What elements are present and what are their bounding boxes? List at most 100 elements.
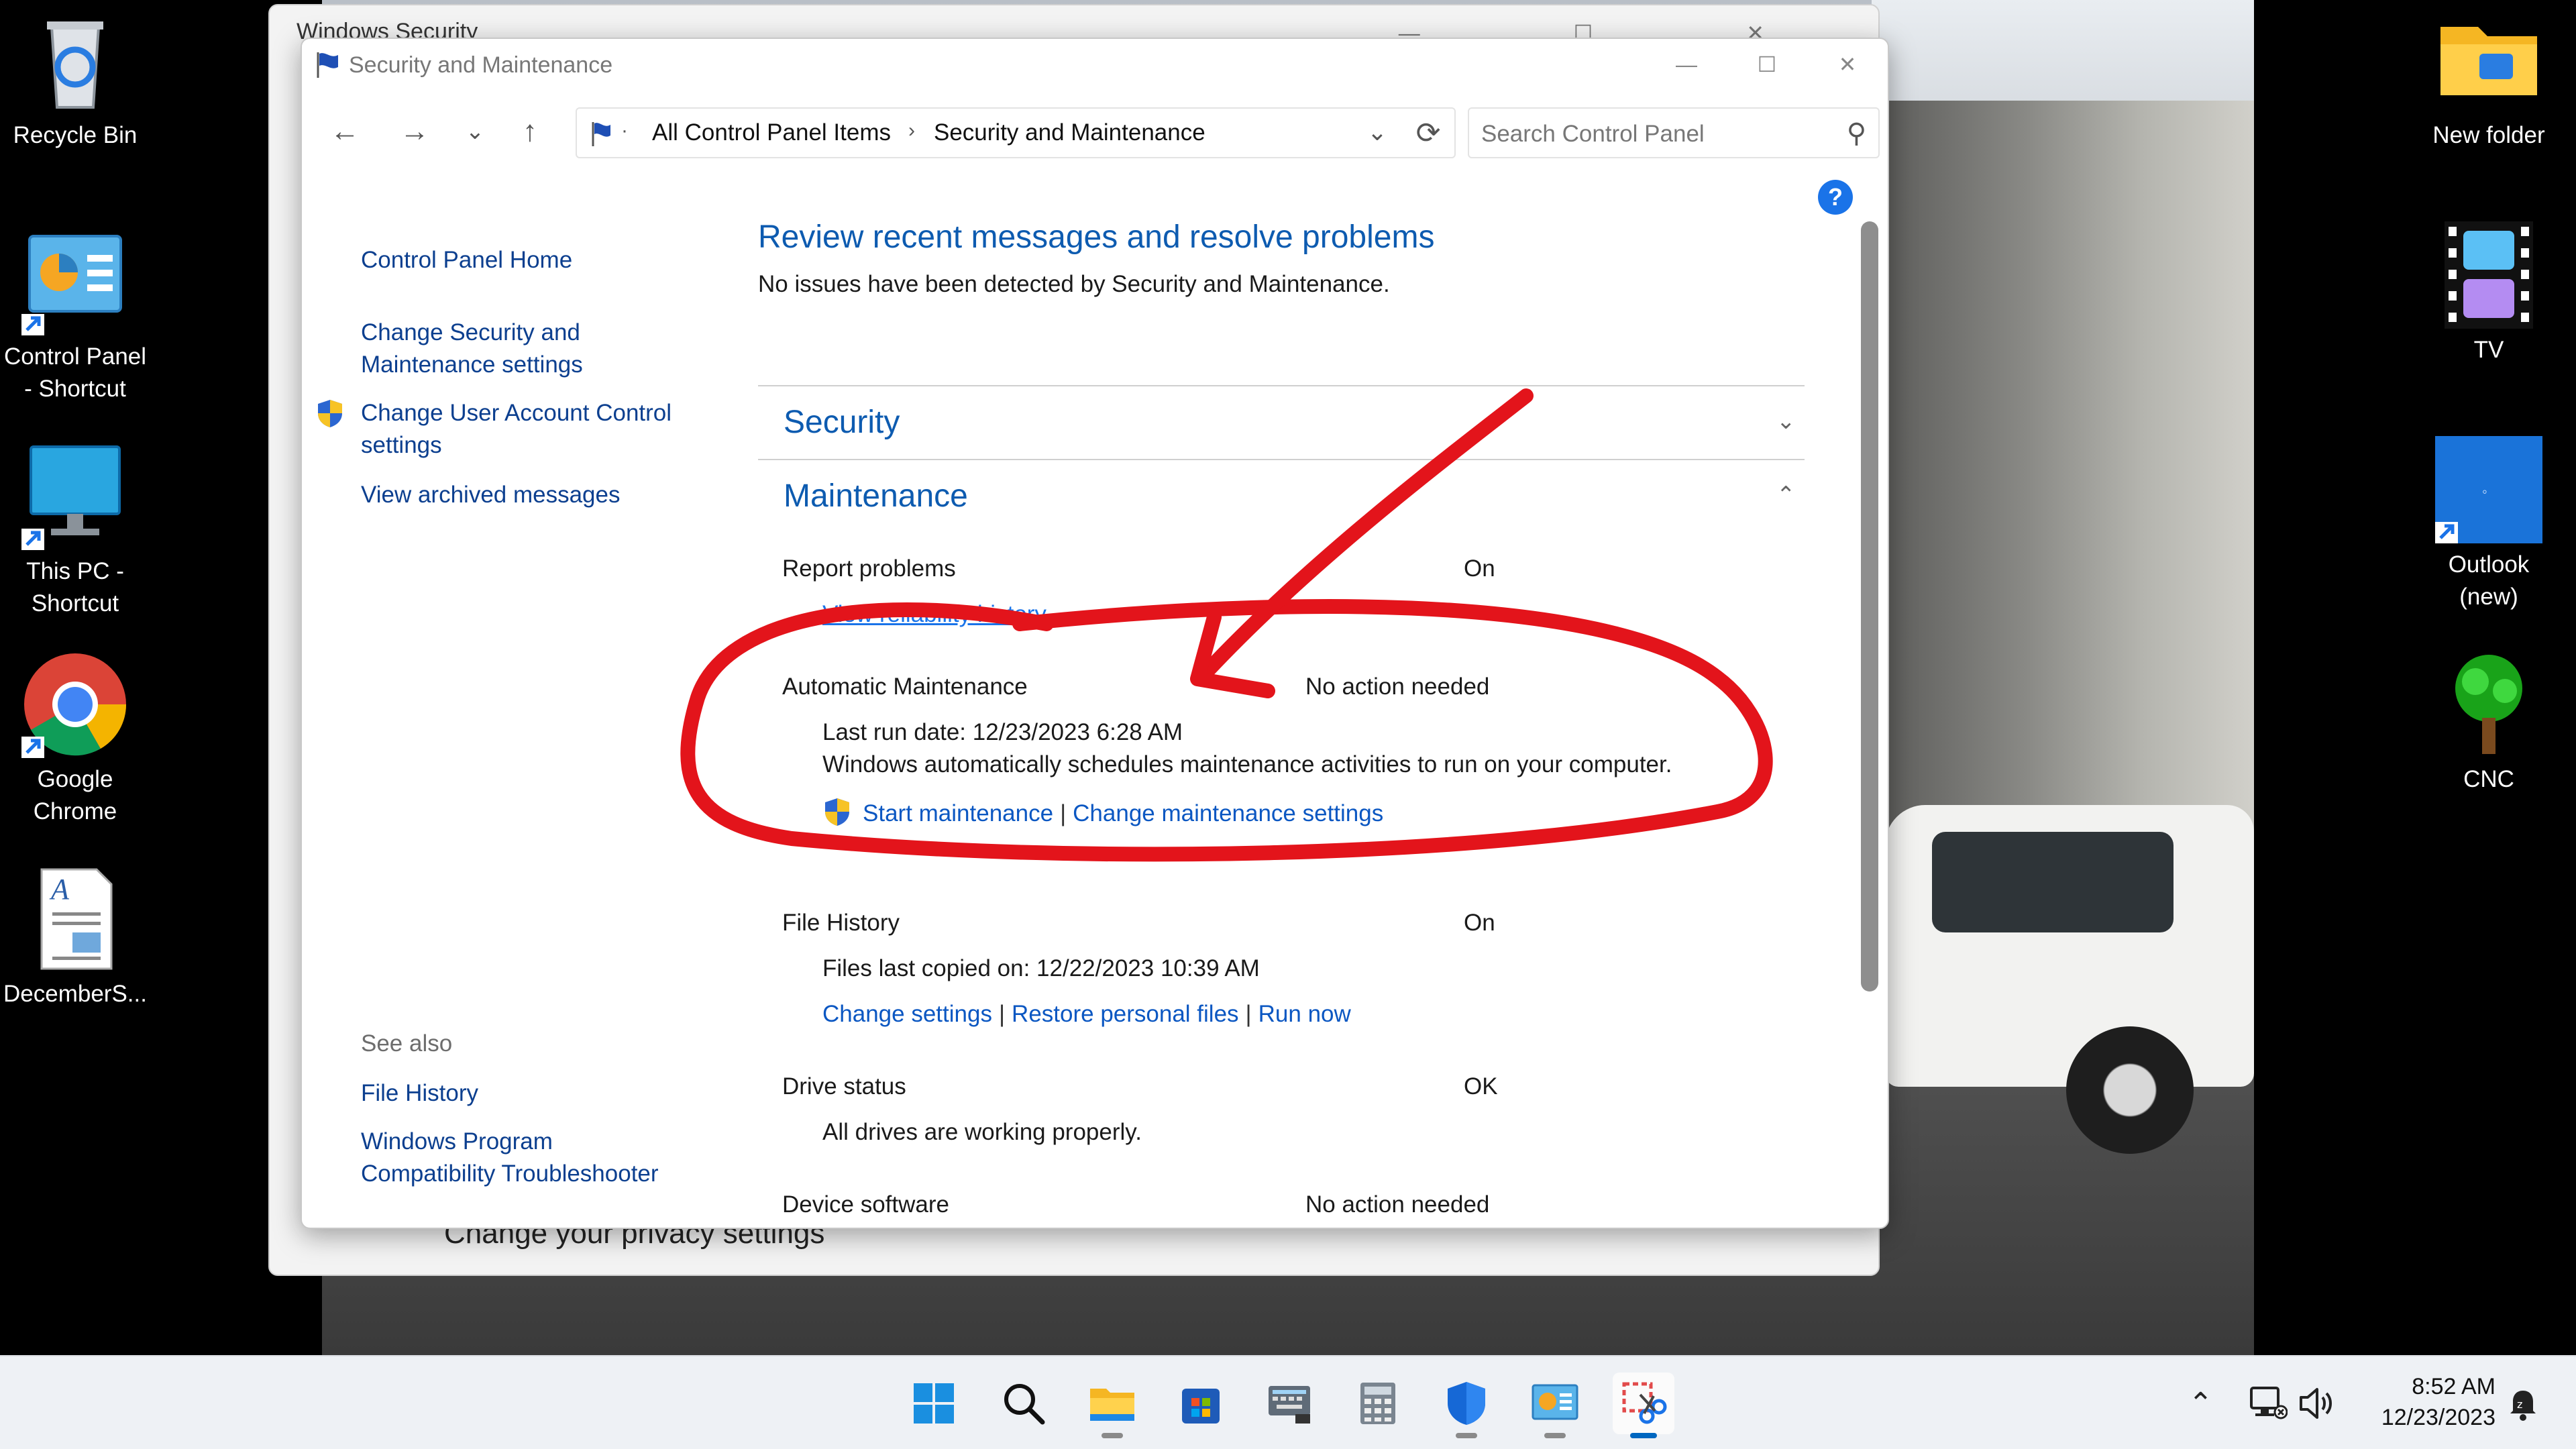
link-view-archived-messages[interactable]: View archived messages	[361, 479, 621, 511]
link-separator: |	[1060, 800, 1067, 826]
wallpaper-wheel	[2066, 1026, 2194, 1154]
start-icon	[914, 1383, 954, 1424]
expand-security-chevron-icon[interactable]: ⌄	[1776, 408, 1796, 435]
search-icon	[1004, 1384, 1045, 1425]
close-button[interactable]: ✕	[1807, 47, 1888, 82]
up-arrow-icon[interactable]: ↑	[503, 107, 557, 156]
refresh-icon[interactable]: ⟳	[1402, 107, 1454, 158]
help-button[interactable]: ?	[1818, 180, 1853, 215]
change-maintenance-settings-link[interactable]: Change maintenance settings	[1073, 800, 1383, 826]
maximize-button[interactable]: ☐	[1727, 47, 1807, 82]
title-bar[interactable]: Security and Maintenance — ☐ ✕	[302, 39, 1888, 90]
recycle-bin-icon	[21, 7, 129, 114]
running-indicator	[1544, 1433, 1566, 1438]
security-shield-icon	[1448, 1382, 1485, 1425]
tree-icon	[2435, 651, 2542, 758]
breadcrumb-all-control-panel-items[interactable]: All Control Panel Items	[652, 119, 891, 146]
folder-icon	[2435, 7, 2542, 114]
link-change-security-maintenance-settings[interactable]: Change Security and Maintenance settings	[361, 317, 583, 381]
drive-status-label: Drive status	[782, 1073, 906, 1099]
network-icon[interactable]	[2249, 1356, 2288, 1449]
control-panel-icon	[21, 228, 129, 335]
scrollbar[interactable]	[1851, 215, 1878, 1221]
taskbar-windows-security[interactable]	[1436, 1373, 1497, 1438]
keyboard-app-icon	[1269, 1386, 1310, 1424]
link-file-history[interactable]: File History	[361, 1077, 478, 1110]
taskbar-control-panel[interactable]	[1524, 1373, 1586, 1438]
divider	[758, 459, 1805, 460]
clock-date: 12/23/2023	[2381, 1405, 2496, 1430]
taskbar-keyboard-app[interactable]	[1258, 1373, 1320, 1434]
calculator-icon	[1360, 1383, 1395, 1424]
store-icon	[1182, 1389, 1220, 1424]
recent-locations-chevron-icon[interactable]: ⌄	[448, 107, 502, 156]
drive-status-detail: All drives are working properly.	[822, 1119, 1142, 1145]
maintenance-description: Windows automatically schedules maintena…	[822, 751, 1672, 777]
taskbar: ⌃ 8:52 AM 12/23/2023 z	[0, 1355, 2576, 1449]
document-icon: A	[21, 865, 129, 973]
uac-shield-icon	[318, 400, 342, 427]
run-now-link[interactable]: Run now	[1258, 1001, 1351, 1027]
svg-text:A: A	[49, 873, 70, 906]
snipping-tool-icon	[1622, 1382, 1667, 1424]
taskbar-calculator[interactable]	[1347, 1373, 1409, 1434]
action-center-flag-icon	[317, 52, 338, 78]
section-maintenance-header[interactable]: Maintenance	[784, 478, 968, 515]
window-title: Security and Maintenance	[349, 52, 613, 78]
automatic-maintenance-status: No action needed	[1305, 674, 1490, 700]
link-control-panel-home[interactable]: Control Panel Home	[361, 244, 572, 276]
drive-status-value: OK	[1464, 1073, 1498, 1099]
security-maintenance-window: Security and Maintenance — ☐ ✕ ← → ⌄ ↑ ·…	[301, 38, 1889, 1229]
section-security-header[interactable]: Security	[784, 404, 900, 441]
desktop-icon-tv[interactable]: TV	[2415, 221, 2563, 366]
clock[interactable]: 8:52 AM 12/23/2023	[2361, 1371, 2496, 1433]
scrollbar-thumb[interactable]	[1861, 221, 1878, 991]
page-title: Review recent messages and resolve probl…	[758, 219, 1435, 255]
change-settings-link[interactable]: Change settings	[822, 1001, 992, 1027]
report-problems-status: On	[1464, 555, 1495, 582]
minimize-button[interactable]: —	[1646, 47, 1727, 82]
taskbar-store[interactable]	[1170, 1373, 1232, 1434]
notifications-bell-icon[interactable]: z	[2506, 1356, 2540, 1449]
desktop-icon-outlook[interactable]: ◦ Outlook (new)	[2415, 436, 2563, 613]
search-box[interactable]: Search Control Panel ⚲	[1468, 107, 1880, 158]
breadcrumb-security-maintenance[interactable]: Security and Maintenance	[934, 119, 1205, 146]
taskbar-search-button[interactable]	[993, 1373, 1055, 1434]
start-maintenance-link[interactable]: Start maintenance	[863, 800, 1053, 826]
desktop-icon-google-chrome[interactable]: Google Chrome	[1, 651, 149, 828]
uac-shield-icon	[825, 798, 849, 826]
desktop-icon-document[interactable]: A DecemberS...	[1, 865, 149, 1010]
taskbar-snipping-tool[interactable]	[1613, 1373, 1674, 1438]
view-reliability-history-link[interactable]: View reliability history	[822, 601, 1046, 628]
address-bar[interactable]: · All Control Panel Items › Security and…	[576, 107, 1456, 158]
collapse-maintenance-chevron-icon[interactable]: ⌃	[1776, 482, 1796, 508]
show-hidden-icons-chevron-icon[interactable]: ⌃	[2188, 1356, 2213, 1449]
taskbar-start-button[interactable]	[903, 1373, 965, 1434]
search-icon[interactable]: ⚲	[1847, 118, 1866, 149]
taskbar-file-explorer[interactable]	[1081, 1373, 1143, 1438]
desktop-icon-new-folder[interactable]: New folder	[2415, 7, 2563, 152]
link-separator: |	[998, 1001, 1006, 1027]
restore-personal-files-link[interactable]: Restore personal files	[1012, 1001, 1239, 1027]
desktop-icon-this-pc[interactable]: This PC - Shortcut	[1, 443, 149, 620]
search-input[interactable]: Search Control Panel	[1481, 121, 1705, 148]
breadcrumb-separator: ›	[908, 119, 915, 142]
device-software-status: No action needed	[1305, 1191, 1490, 1218]
forward-arrow-icon[interactable]: →	[388, 107, 441, 156]
main-content: Review recent messages and resolve probl…	[758, 170, 1831, 1228]
address-flag-icon	[592, 122, 610, 146]
link-change-uac-settings[interactable]: Change User Account Control settings	[361, 397, 672, 462]
link-compatibility-troubleshooter[interactable]: Windows Program Compatibility Troublesho…	[361, 1126, 659, 1190]
navigation-bar: ← → ⌄ ↑ · All Control Panel Items › Secu…	[302, 90, 1888, 170]
desktop-icon-cnc[interactable]: CNC	[2415, 651, 2563, 796]
see-also-header: See also	[361, 1030, 453, 1057]
link-separator: |	[1245, 1001, 1252, 1027]
wallpaper-van-window	[1932, 832, 2174, 932]
maintenance-actions: Start maintenance | Change maintenance set…	[822, 797, 1383, 827]
volume-icon[interactable]	[2298, 1356, 2336, 1449]
report-problems-label: Report problems	[782, 555, 956, 582]
address-dropdown-chevron-icon[interactable]: ⌄	[1367, 118, 1387, 146]
desktop-icon-control-panel[interactable]: Control Panel - Shortcut	[1, 228, 149, 405]
desktop-icon-recycle-bin[interactable]: Recycle Bin	[1, 7, 149, 152]
back-arrow-icon[interactable]: ←	[318, 107, 372, 156]
